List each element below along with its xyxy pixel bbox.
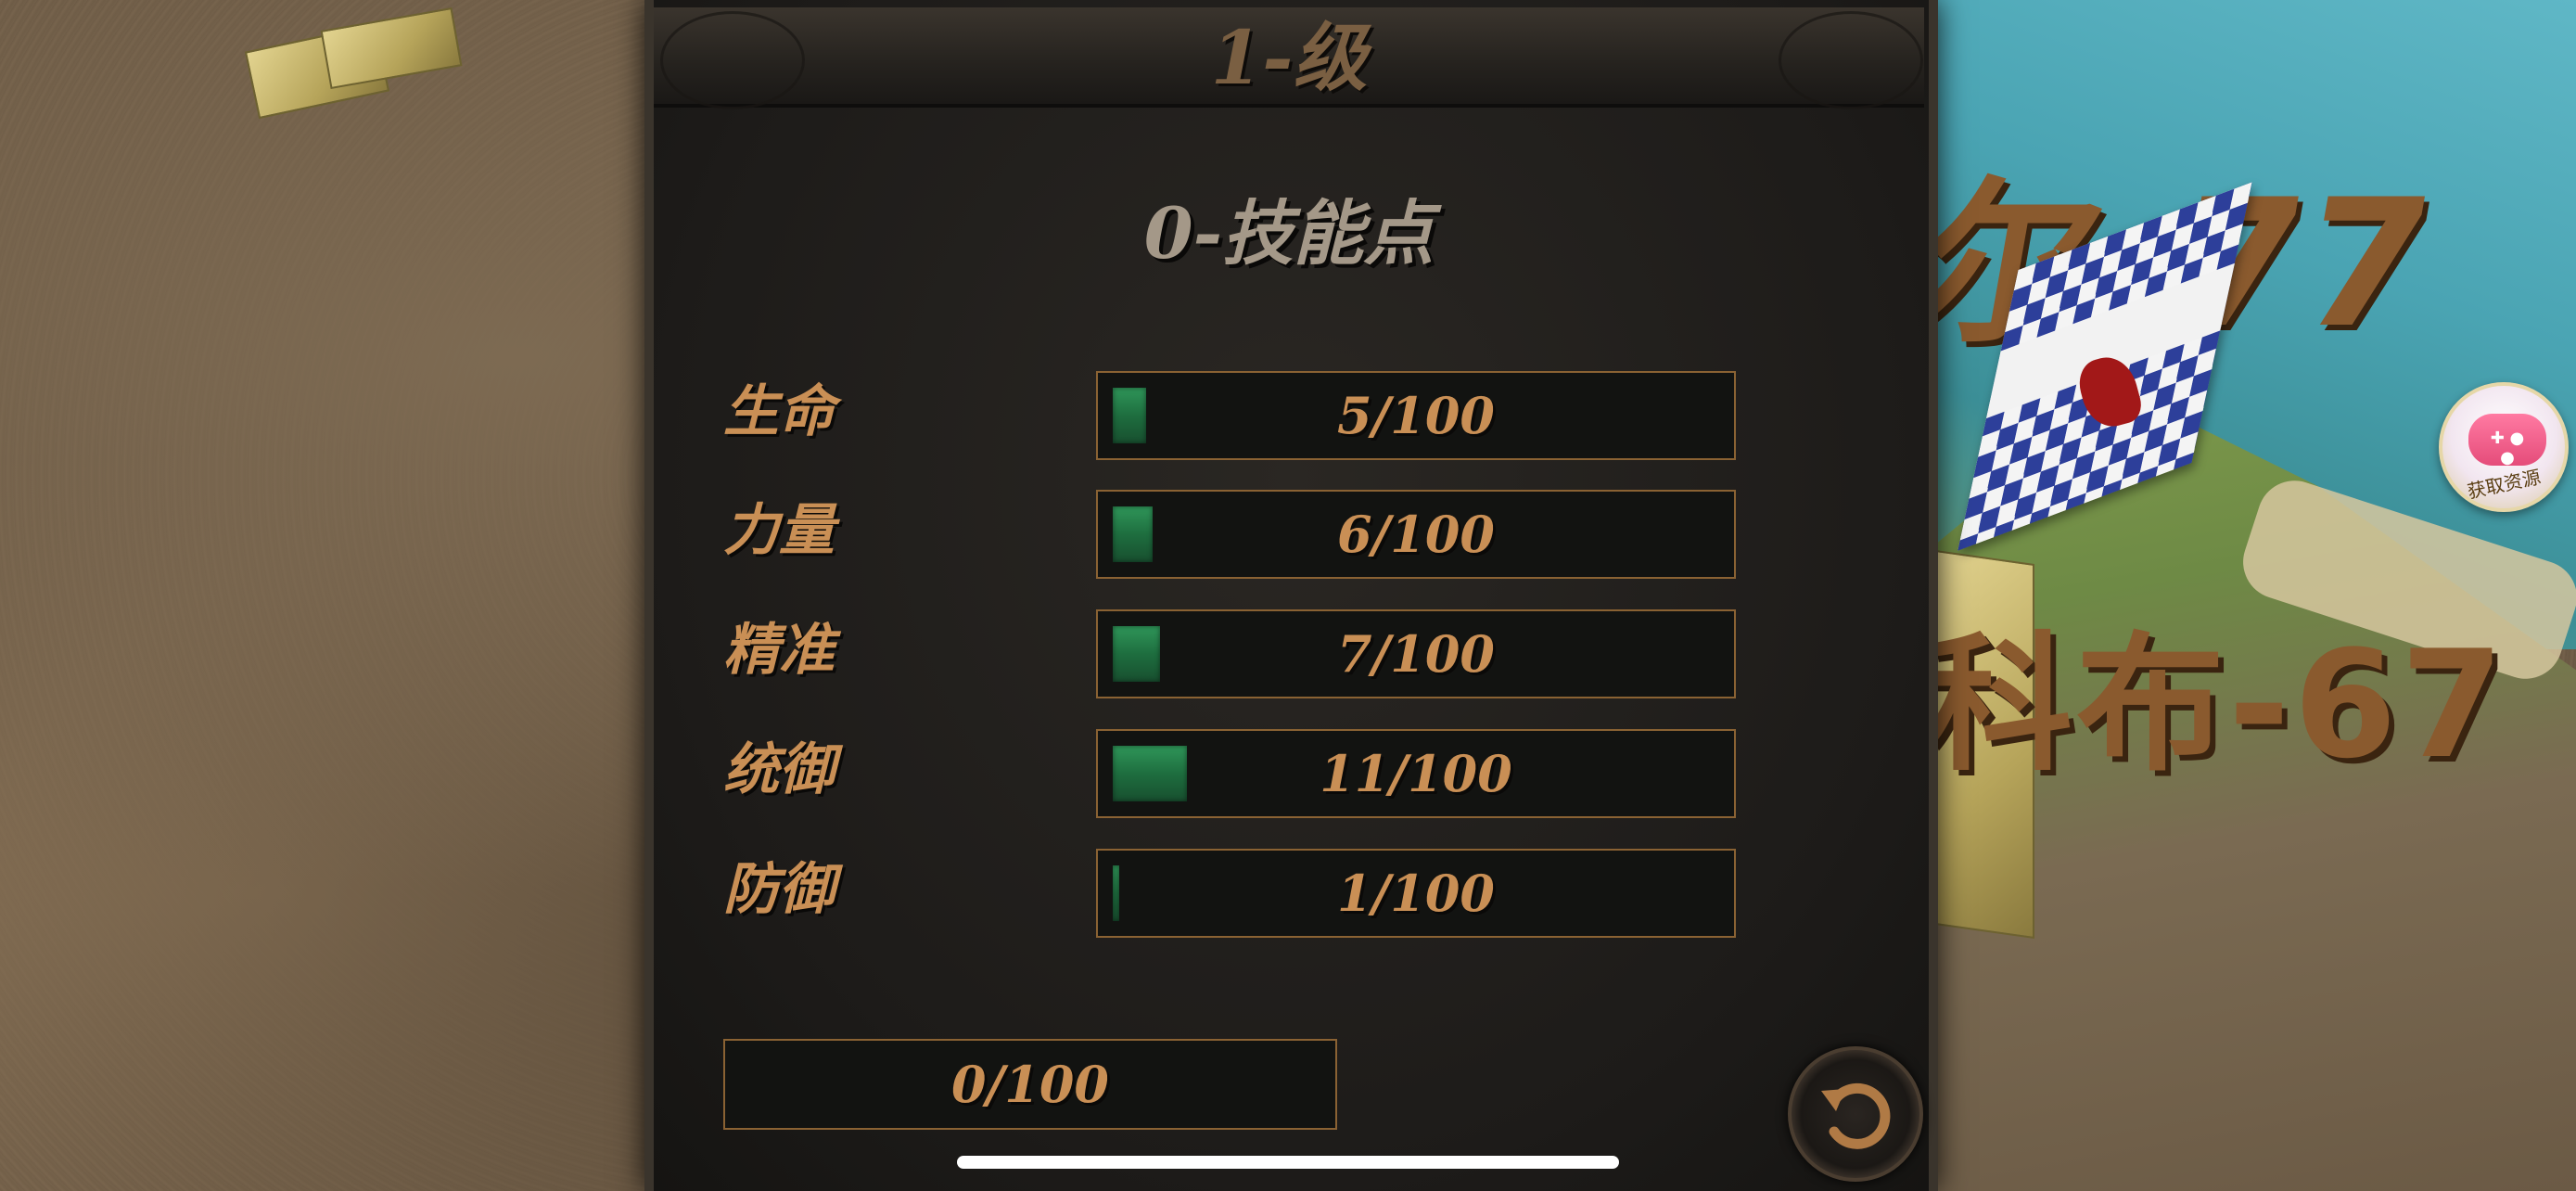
experience-bar: 0/100 xyxy=(723,1039,1337,1130)
stat-label-strength: 力量 xyxy=(723,498,835,563)
back-button[interactable] xyxy=(1788,1046,1923,1182)
enemy-name-tag: 科布-67 xyxy=(1924,618,2508,791)
home-indicator[interactable] xyxy=(957,1156,1619,1169)
stat-value: 7/100 xyxy=(1336,624,1495,684)
stat-label-accuracy: 精准 xyxy=(723,618,835,683)
undo-arrow-icon xyxy=(1821,1082,1891,1149)
stat-value: 5/100 xyxy=(1336,386,1495,445)
stat-value: 11/100 xyxy=(1320,744,1512,803)
experience-value: 0/100 xyxy=(950,1055,1109,1114)
stat-bar-command[interactable]: 11/100 xyxy=(1096,729,1736,818)
stat-label-defense: 防御 xyxy=(723,857,835,922)
stat-bar-defense[interactable]: 1/100 xyxy=(1096,849,1736,938)
stat-label-health: 生命 xyxy=(723,379,835,444)
level-title: 1-级 xyxy=(1210,14,1368,101)
stat-label-command: 统御 xyxy=(723,737,835,802)
get-resources-button[interactable]: ✚ ● ● 获取资源 xyxy=(2439,382,2569,512)
stat-bar-health[interactable]: 5/100 xyxy=(1096,371,1736,460)
stat-value: 1/100 xyxy=(1336,864,1495,923)
stat-value: 6/100 xyxy=(1336,505,1495,564)
stat-bar-accuracy[interactable]: 7/100 xyxy=(1096,609,1736,698)
skill-points-counter: 0-技能点 xyxy=(1143,192,1435,275)
stat-bar-strength[interactable]: 6/100 xyxy=(1096,490,1736,579)
